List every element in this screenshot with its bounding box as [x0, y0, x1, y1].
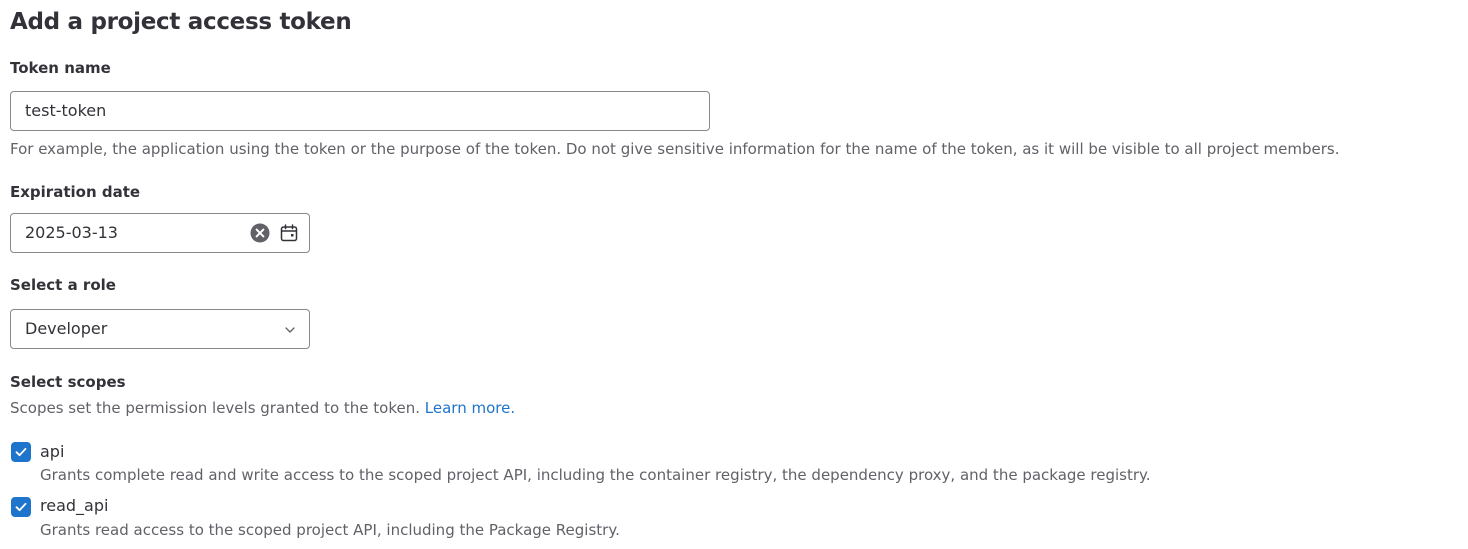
add-project-access-token-form: Add a project access token Token name te… [0, 0, 1468, 549]
token-name-help: For example, the application using the t… [10, 140, 1340, 158]
check-icon [15, 502, 27, 512]
scope-read-api-name[interactable]: read_api [40, 496, 108, 515]
clear-circle-icon[interactable] [250, 223, 270, 243]
token-name-input[interactable]: test-token [10, 91, 710, 131]
token-name-value: test-token [25, 101, 107, 120]
select-scopes-label: Select scopes [10, 373, 126, 391]
scope-read-api-description: Grants read access to the scoped project… [40, 521, 620, 539]
scope-api-checkbox[interactable] [11, 442, 31, 462]
page-title: Add a project access token [10, 9, 352, 35]
calendar-icon[interactable] [280, 224, 298, 242]
scope-api-name[interactable]: api [40, 442, 64, 461]
check-icon [15, 447, 27, 457]
token-name-label: Token name [10, 59, 111, 77]
chevron-down-icon [283, 323, 297, 337]
scopes-help: Scopes set the permission levels granted… [10, 399, 515, 417]
role-selected-value: Developer [25, 319, 108, 338]
scope-read-api-checkbox[interactable] [11, 497, 31, 517]
role-select[interactable]: Developer [10, 309, 310, 349]
scopes-help-text: Scopes set the permission levels granted… [10, 399, 421, 417]
scope-api-description: Grants complete read and write access to… [40, 466, 1151, 484]
expiration-date-input[interactable]: 2025-03-13 [10, 213, 310, 253]
expiration-date-label: Expiration date [10, 183, 141, 201]
select-role-label: Select a role [10, 276, 116, 294]
expiration-date-value: 2025-03-13 [25, 223, 118, 242]
learn-more-link[interactable]: Learn more. [425, 399, 515, 417]
